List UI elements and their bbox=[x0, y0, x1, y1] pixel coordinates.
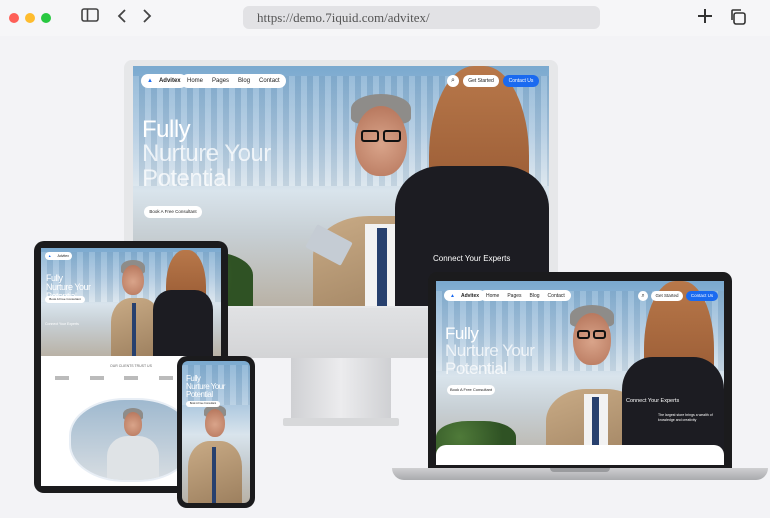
brand-logo-icon: ▲ bbox=[147, 78, 153, 84]
sidebar-icon[interactable] bbox=[80, 8, 100, 28]
browser-toolbar: https://demo.7iquid.com/advitex/ bbox=[0, 0, 770, 36]
nav-home[interactable]: Home bbox=[486, 293, 499, 299]
client-logo bbox=[124, 376, 138, 380]
hero-title-line-3: Potential bbox=[142, 164, 231, 192]
about-image bbox=[69, 398, 193, 482]
glasses-right bbox=[383, 130, 401, 142]
client-logo bbox=[55, 376, 69, 380]
laptop-screen: ▲ Advitex Home Pages Blog Contact ⌕ Get … bbox=[436, 281, 724, 465]
contact-us-button[interactable]: Contact Us bbox=[503, 75, 539, 87]
nav-blog[interactable]: Blog bbox=[238, 78, 250, 84]
connect-experts-heading: Connect Your Experts bbox=[45, 322, 79, 326]
nav-contact[interactable]: Contact bbox=[548, 293, 565, 299]
connect-experts-heading: Connect Your Experts bbox=[626, 398, 680, 404]
minimize-window-button[interactable] bbox=[25, 13, 35, 23]
book-consultant-button[interactable]: Book A Free Consultant bbox=[144, 206, 202, 218]
brand-name[interactable]: Advitex bbox=[461, 293, 479, 299]
client-logo bbox=[158, 376, 173, 380]
get-started-button[interactable]: Get Started bbox=[463, 75, 499, 87]
man-face bbox=[205, 409, 225, 437]
close-window-button[interactable] bbox=[9, 13, 19, 23]
man-face bbox=[573, 313, 611, 365]
phone-hero-title: Fully Nurture Your Potential bbox=[186, 374, 225, 400]
man-face bbox=[122, 265, 144, 295]
plus-icon[interactable] bbox=[695, 8, 715, 28]
hero-title-line-2: Nurture Your bbox=[445, 341, 535, 361]
copy-icon[interactable] bbox=[728, 8, 748, 28]
brand-name[interactable]: Advitex bbox=[57, 254, 68, 258]
man-tie bbox=[377, 228, 387, 306]
chevron-left-icon[interactable] bbox=[112, 8, 132, 28]
connect-experts-heading: Connect Your Experts bbox=[433, 254, 511, 263]
hero-title-line-3: Potential bbox=[186, 390, 213, 400]
tablet-brand-pill: ▲ Advitex bbox=[45, 252, 72, 260]
hero-title: Fully Nurture Your Potential bbox=[445, 324, 535, 378]
maximize-window-button[interactable] bbox=[41, 13, 51, 23]
man-tie bbox=[212, 447, 216, 503]
book-consultant-button[interactable]: Book A Free Consultant bbox=[186, 401, 220, 407]
site-nav-pill: ▲ Advitex bbox=[141, 74, 187, 88]
tablet-hero: ▲ Advitex Fully Nurture Your Potential B… bbox=[41, 248, 221, 356]
monitor-base bbox=[283, 418, 399, 426]
client-logo bbox=[89, 376, 104, 380]
nav-blog[interactable]: Blog bbox=[530, 293, 540, 299]
man-tie bbox=[132, 303, 136, 356]
hero-title-line-2: Nurture Your bbox=[142, 140, 271, 168]
man-face bbox=[124, 412, 142, 436]
glasses-right bbox=[593, 330, 606, 339]
woman-coat bbox=[153, 290, 213, 356]
chevron-right-icon[interactable] bbox=[137, 8, 157, 28]
hero-title: Fully Nurture Your Potential bbox=[142, 116, 271, 192]
nav-pages[interactable]: Pages bbox=[507, 293, 521, 299]
address-bar[interactable]: https://demo.7iquid.com/advitex/ bbox=[243, 6, 600, 29]
brand-logo-icon: ▲ bbox=[48, 254, 52, 258]
hero-title-line-1: Fully bbox=[445, 324, 479, 343]
nav-home[interactable]: Home bbox=[187, 78, 203, 84]
site-nav-links: Home Pages Blog Contact bbox=[181, 74, 286, 88]
contact-us-button[interactable]: Contact Us bbox=[686, 291, 718, 301]
book-consultant-button[interactable]: Book A Free Consultant bbox=[447, 385, 495, 395]
nav-contact[interactable]: Contact bbox=[259, 78, 280, 84]
get-started-button[interactable]: Get Started bbox=[651, 291, 683, 301]
hero-title-line-1: Fully bbox=[142, 116, 191, 143]
glasses-left bbox=[577, 330, 590, 339]
brand-logo-icon: ▲ bbox=[450, 292, 455, 299]
site-nav-links: Home Pages Blog Contact bbox=[480, 290, 571, 301]
book-consultant-button[interactable]: Book A Free Consultant bbox=[45, 296, 85, 303]
nav-pages[interactable]: Pages bbox=[212, 78, 229, 84]
connect-experts-text: The largest store brings a wealth of kno… bbox=[658, 413, 713, 422]
man-shirt bbox=[107, 436, 159, 480]
brand-name[interactable]: Advitex bbox=[159, 78, 181, 84]
hero-title-line-3: Potential bbox=[445, 358, 507, 378]
monitor-stand bbox=[291, 356, 391, 422]
search-icon[interactable]: ⌕ bbox=[447, 75, 459, 87]
site-nav-pill: ▲ Advitex bbox=[444, 290, 486, 301]
next-section bbox=[436, 445, 724, 465]
search-icon[interactable]: ⌕ bbox=[638, 291, 648, 301]
glasses-left bbox=[361, 130, 379, 142]
phone-screen: Fully Nurture Your Potential Book A Free… bbox=[182, 361, 250, 503]
laptop-notch bbox=[550, 468, 610, 472]
